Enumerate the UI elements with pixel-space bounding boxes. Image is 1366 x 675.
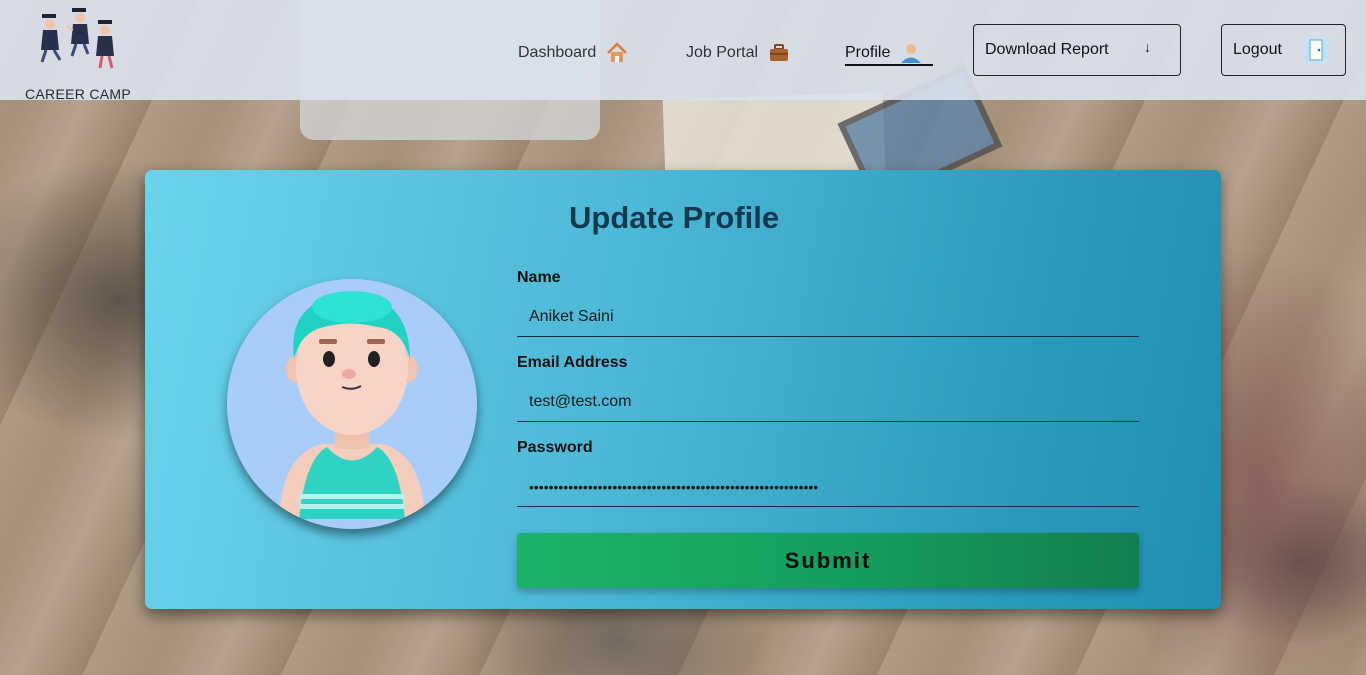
page-title: Update Profile [569,200,780,235]
nav-dashboard[interactable]: Dashboard [518,38,628,68]
graduates-jumping-icon [40,8,114,69]
avatar-3d-boy-icon [227,279,477,529]
password-label: Password [517,439,593,456]
user-icon [901,44,922,63]
nav-profile-label: Profile [845,44,891,61]
brand-logo[interactable]: CAREER CAMP [22,6,142,102]
email-input[interactable] [517,382,1139,422]
active-tab-indicator [845,64,933,66]
update-profile-card: Update Profile Name Aniket Saini Email A… [145,170,1221,609]
download-report-button[interactable]: Download Report ↓ [973,24,1181,76]
profile-avatar [227,279,477,529]
submit-button[interactable]: Submit [517,533,1139,588]
logout-label: Logout [1233,41,1282,58]
nav-job-portal[interactable]: Job Portal [686,38,790,68]
password-input[interactable] [517,467,1139,507]
name-label: Name [517,269,561,286]
briefcase-icon [770,44,789,61]
door-icon [1304,38,1328,62]
house-icon [607,42,628,62]
download-report-label: Download Report [985,41,1109,58]
email-label: Email Address [517,354,628,371]
name-input[interactable] [517,297,1139,337]
top-navbar: CAREER CAMP Dashboard Job Portal Profile… [0,0,1366,102]
nav-job-portal-label: Job Portal [686,44,759,61]
nav-dashboard-label: Dashboard [518,44,597,61]
arrow-down-icon: ↓ [1144,39,1151,55]
logout-button[interactable]: Logout [1221,24,1346,76]
brand-name: CAREER CAMP [25,86,131,102]
